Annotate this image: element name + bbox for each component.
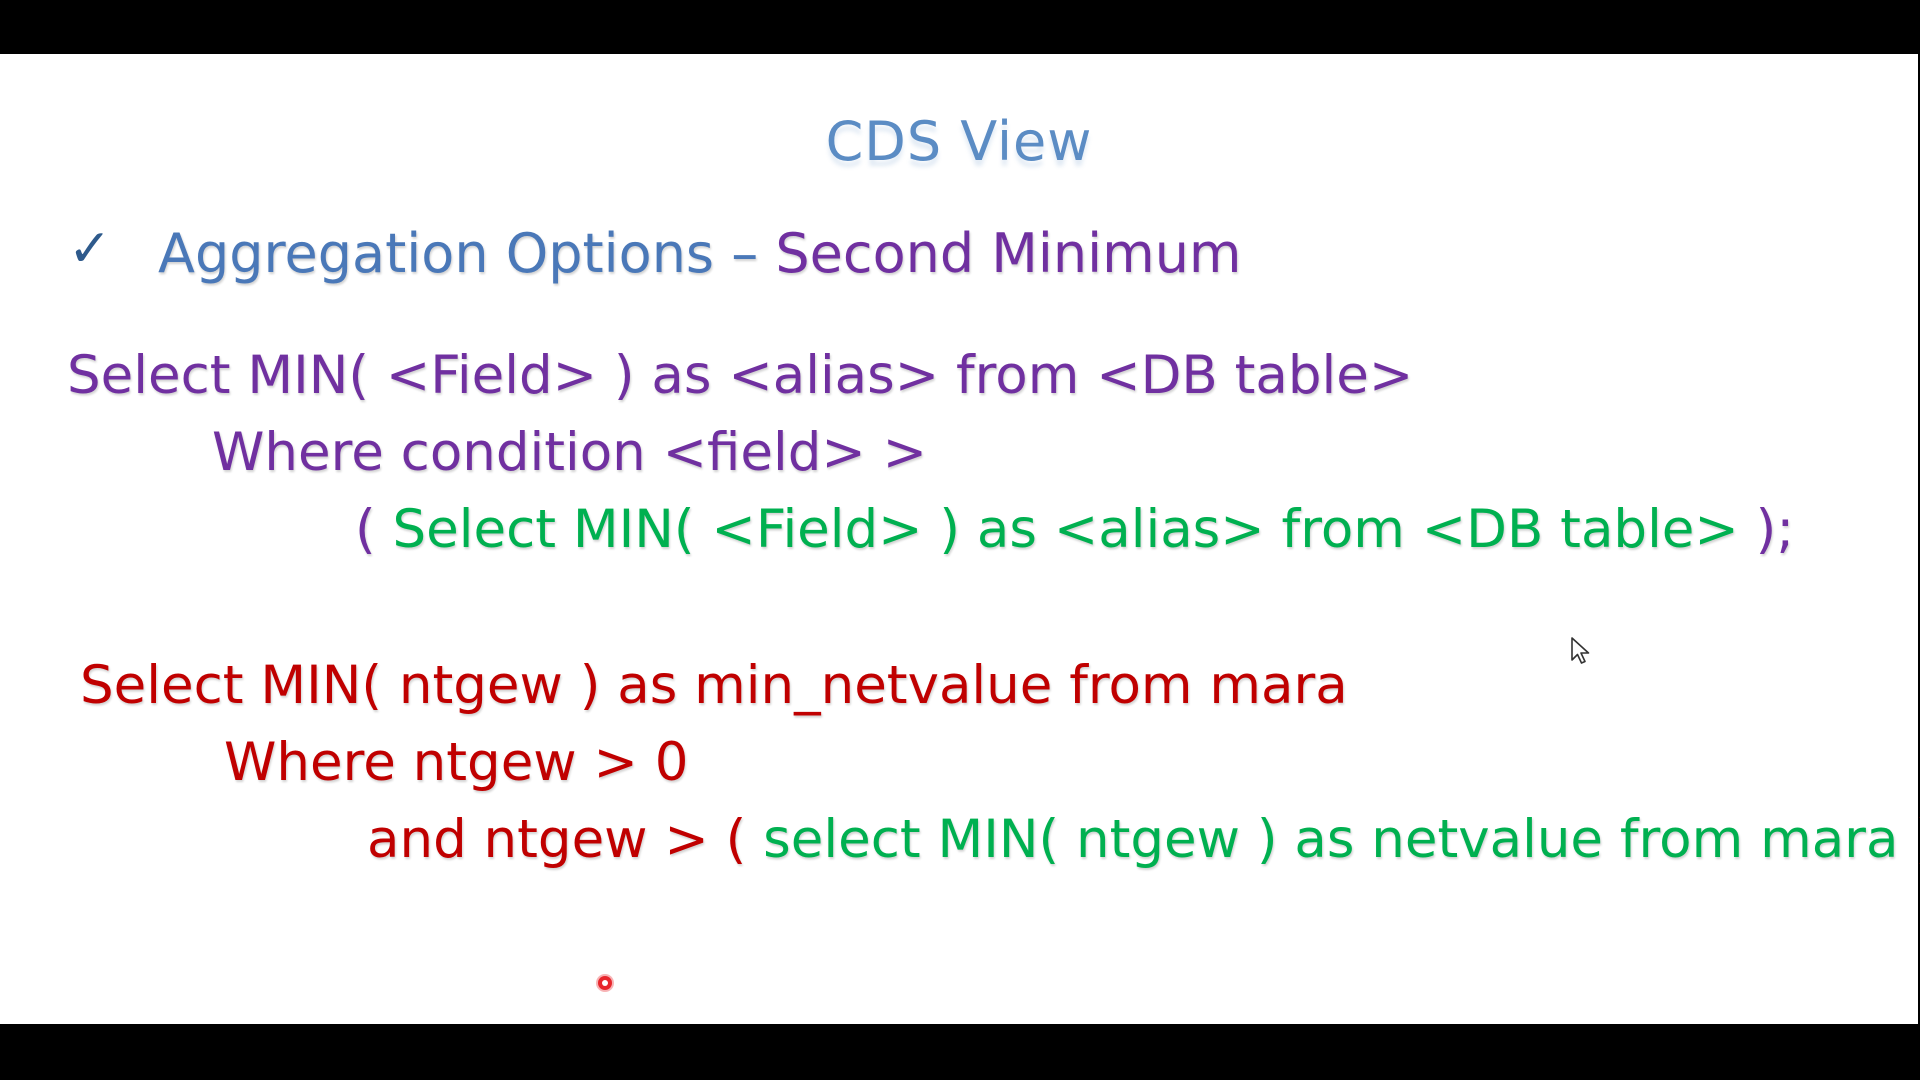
example-subquery-close: ); [1898,809,1920,870]
mouse-cursor-icon [1571,637,1590,664]
example-line-1: Select MIN( ntgew ) as min_netvalue from… [80,655,1348,716]
syntax-subquery-open: ( [355,499,393,560]
syntax-line-1: Select MIN( <Field> ) as <alias> from <D… [67,345,1414,406]
slide-title: CDS View [825,110,1093,173]
example-line-2: Where ntgew > 0 [224,732,689,793]
slide-heading: Aggregation Options – Second Minimum [158,222,1242,285]
syntax-line-3: ( Select MIN( <Field> ) as <alias> from … [355,503,1794,556]
syntax-subquery-close: ); [1738,499,1795,560]
checkmark-icon: ✓ [68,219,112,279]
laser-pointer-icon [598,976,612,990]
example-outer-condition: and ntgew > ( [367,809,764,870]
syntax-line-2: Where condition <field> > [212,422,928,483]
example-subquery: select MIN( ntgew ) as netvalue from mar… [763,809,1899,870]
heading-subtopic: Second Minimum [775,222,1242,285]
presentation-slide: CDS View ✓ Aggregation Options – Second … [0,54,1920,1024]
video-frame: CDS View ✓ Aggregation Options – Second … [0,0,1920,1080]
example-line-3: and ntgew > ( select MIN( ntgew ) as net… [367,813,1920,866]
heading-topic: Aggregation Options – [158,222,776,285]
syntax-subquery: Select MIN( <Field> ) as <alias> from <D… [392,499,1739,560]
